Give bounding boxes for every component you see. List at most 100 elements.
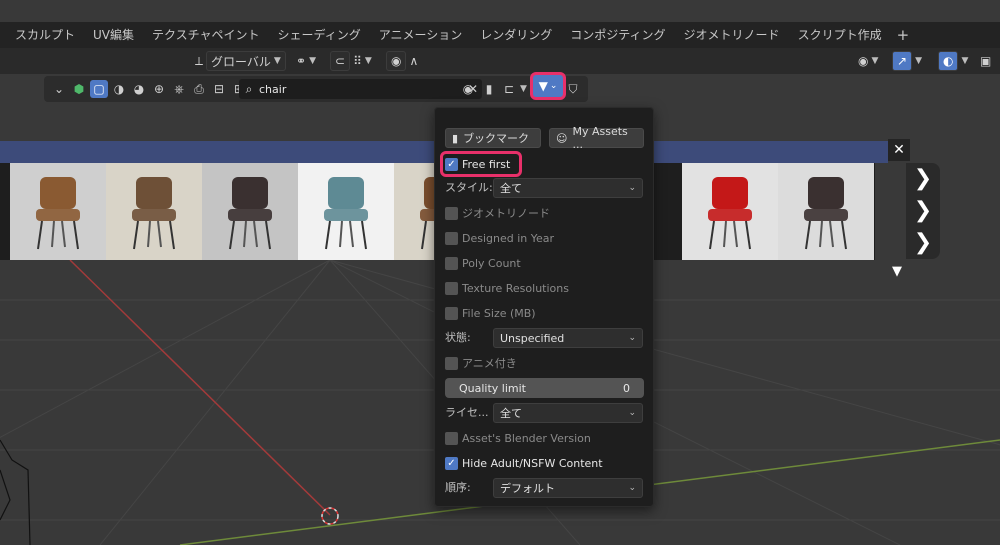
style-select[interactable]: 全て ⌄ [493, 178, 643, 198]
order-value: デフォルト [500, 482, 555, 495]
checkbox-label: Texture Resolutions [462, 281, 569, 295]
asset-thumbnail[interactable] [202, 163, 298, 260]
filter-button[interactable]: ▼ ⌄ [530, 72, 566, 100]
orientation-label: グローバル [211, 54, 271, 69]
chair-image [228, 177, 272, 250]
chair-image [132, 177, 176, 250]
state-select[interactable]: Unspecified ⌄ [493, 328, 643, 348]
chevron-down-icon[interactable]: ⌄ [50, 80, 68, 98]
file-size-checkbox[interactable]: File Size (MB) [445, 303, 536, 323]
next-page-icon[interactable]: ❯ [914, 232, 932, 254]
checkbox-label: ジオメトリノード [462, 207, 550, 220]
close-icon[interactable]: ✕ [888, 139, 910, 161]
bookmark-button[interactable]: ▮ ブックマーク [445, 128, 541, 148]
hdr-asset-icon[interactable]: ⊕ [150, 80, 168, 98]
state-value: Unspecified [500, 331, 565, 345]
print-asset-icon[interactable]: ⎙ [190, 80, 208, 98]
texture-resolutions-checkbox[interactable]: Texture Resolutions [445, 278, 569, 298]
license-select[interactable]: 全て ⌄ [493, 403, 643, 423]
search-input[interactable] [259, 82, 429, 96]
hide-adult-checkbox[interactable]: ✓ Hide Adult/NSFW Content [445, 453, 603, 473]
overlay-icon: ◐ [938, 51, 959, 71]
asset-thumbnail[interactable] [298, 163, 394, 260]
gizmo-icon: ↗ [892, 51, 913, 71]
chevron-down-icon: ⌄ [628, 183, 636, 193]
checkbox-label: Designed in Year [462, 231, 555, 245]
tab-uv-editing[interactable]: UV編集 [84, 22, 143, 48]
tab-texture-paint[interactable]: テクスチャペイント [143, 22, 269, 48]
checkbox-box [445, 256, 458, 270]
style-value: 全て [500, 182, 522, 195]
animated-label: アニメ付き [462, 357, 517, 370]
chevron-down-icon: ⌄ [549, 81, 558, 91]
quality-limit-slider[interactable]: Quality limit 0 [445, 378, 644, 398]
my-assets-button[interactable]: ☺ My Assets ... [549, 125, 644, 151]
transform-orientation-dropdown[interactable]: ⟂ グローバル ▼ [195, 51, 286, 71]
free-first-label: Free first [462, 157, 511, 171]
blender-version-checkbox[interactable]: Asset's Blender Version [445, 428, 591, 448]
tab-geometry-nodes[interactable]: ジオメトリノード [675, 22, 789, 48]
license-label: ライセ... [445, 406, 489, 419]
checkbox-label: File Size (MB) [462, 306, 536, 320]
tab-animation[interactable]: アニメーション [370, 22, 472, 48]
asset-thumbnail[interactable] [10, 163, 106, 260]
state-label: 状態: [445, 331, 471, 344]
proportional-edit-toggle[interactable]: ◉ ∧ [386, 51, 418, 71]
tab-rendering[interactable]: レンダリング [471, 22, 561, 48]
chevron-down-icon: ▼ [915, 56, 922, 66]
order-select[interactable]: デフォルト ⌄ [493, 478, 643, 498]
bookmark-icon[interactable]: ▮ [480, 80, 498, 98]
overlay-toggle[interactable]: ◐ ▼ [938, 51, 968, 71]
scene-asset-icon[interactable]: ◕ [130, 80, 148, 98]
chair-image [36, 177, 80, 250]
pivot-dropdown[interactable]: ⚭ ▼ [296, 51, 316, 71]
chevron-down-icon: ▼ [273, 56, 281, 66]
free-first-checkbox[interactable]: ✓ Free first [445, 154, 510, 174]
snap-target-icon: ⠿ [353, 54, 362, 68]
shield-icon[interactable]: ⛉ [564, 80, 582, 98]
poly-count-checkbox[interactable]: Poly Count [445, 253, 521, 273]
tab-sculpt[interactable]: スカルプト [6, 22, 84, 48]
gizmo-toggle[interactable]: ↗ ▼ [892, 51, 922, 71]
checkbox-box [445, 281, 458, 295]
designed-in-year-checkbox[interactable]: Designed in Year [445, 228, 554, 248]
pivot-icon: ⚭ [296, 54, 307, 68]
material-asset-icon[interactable]: ◑ [110, 80, 128, 98]
snap-toggle[interactable]: ⊂ ⠿ ▼ [330, 51, 372, 71]
tab-shading[interactable]: シェーディング [269, 22, 370, 48]
geometry-nodes-checkbox[interactable]: ジオメトリノード [445, 203, 550, 223]
blender-version-label: Asset's Blender Version [462, 431, 591, 445]
expand-icon[interactable]: ▼ [892, 264, 902, 279]
model-asset-icon[interactable]: ▢ [90, 80, 108, 98]
asset-toolbar: ⌄ ⬢ ▢ ◑ ◕ ⊕ ⎈ ⎙ ⊟ ⊞ ⌕ ✕ ◉ ▮ ⊏ ▼ ▼⌄ ⛉ [44, 72, 588, 102]
xray-toggle[interactable]: ▣ [980, 51, 991, 71]
add-workspace-button[interactable]: + [891, 26, 916, 44]
animated-checkbox[interactable]: アニメ付き [445, 353, 517, 373]
viewport-header: ⟂ グローバル ▼ ⚭ ▼ ⊂ ⠿ ▼ ◉ ∧ ◉ ▼ ↗ ▼ ◐ ▼ ▣ [0, 48, 1000, 74]
order-label: 順序: [445, 481, 471, 494]
next-page-icon[interactable]: ❯ [914, 200, 932, 222]
asset-thumbnail[interactable] [106, 163, 202, 260]
asset-thumbnail[interactable] [682, 163, 778, 260]
filter-panel: ▮ ブックマーク ☺ My Assets ... ✓ Free first スタイル:… [434, 107, 654, 507]
tab-compositing[interactable]: コンポジティング [561, 22, 674, 48]
brush-asset-icon[interactable]: ⎈ [170, 80, 188, 98]
tab-scripting[interactable]: スクリプト作成 [789, 22, 891, 48]
hide-adult-label: Hide Adult/NSFW Content [462, 456, 603, 470]
eye-icon[interactable]: ◉ [459, 80, 477, 98]
chevron-down-icon: ▼ [364, 56, 372, 66]
chevron-down-icon: ▼ [309, 56, 316, 66]
check-icon: ✓ [445, 157, 458, 171]
falloff-icon: ∧ [409, 54, 419, 68]
checkbox-box [445, 306, 458, 320]
asset-thumbnail[interactable] [778, 163, 874, 260]
next-page-icon[interactable]: ❯ [914, 168, 932, 190]
hierarchy-icon[interactable]: ⊏ [500, 80, 518, 98]
quality-label: Quality limit [459, 381, 526, 395]
chevron-down-icon: ▼ [871, 56, 879, 66]
search-icon: ⌕ [245, 81, 253, 96]
quality-value: 0 [623, 381, 630, 395]
visibility-dropdown[interactable]: ◉ ▼ [858, 51, 878, 71]
chair-image [708, 177, 752, 250]
nodegroup-asset-icon[interactable]: ⊟ [210, 80, 228, 98]
